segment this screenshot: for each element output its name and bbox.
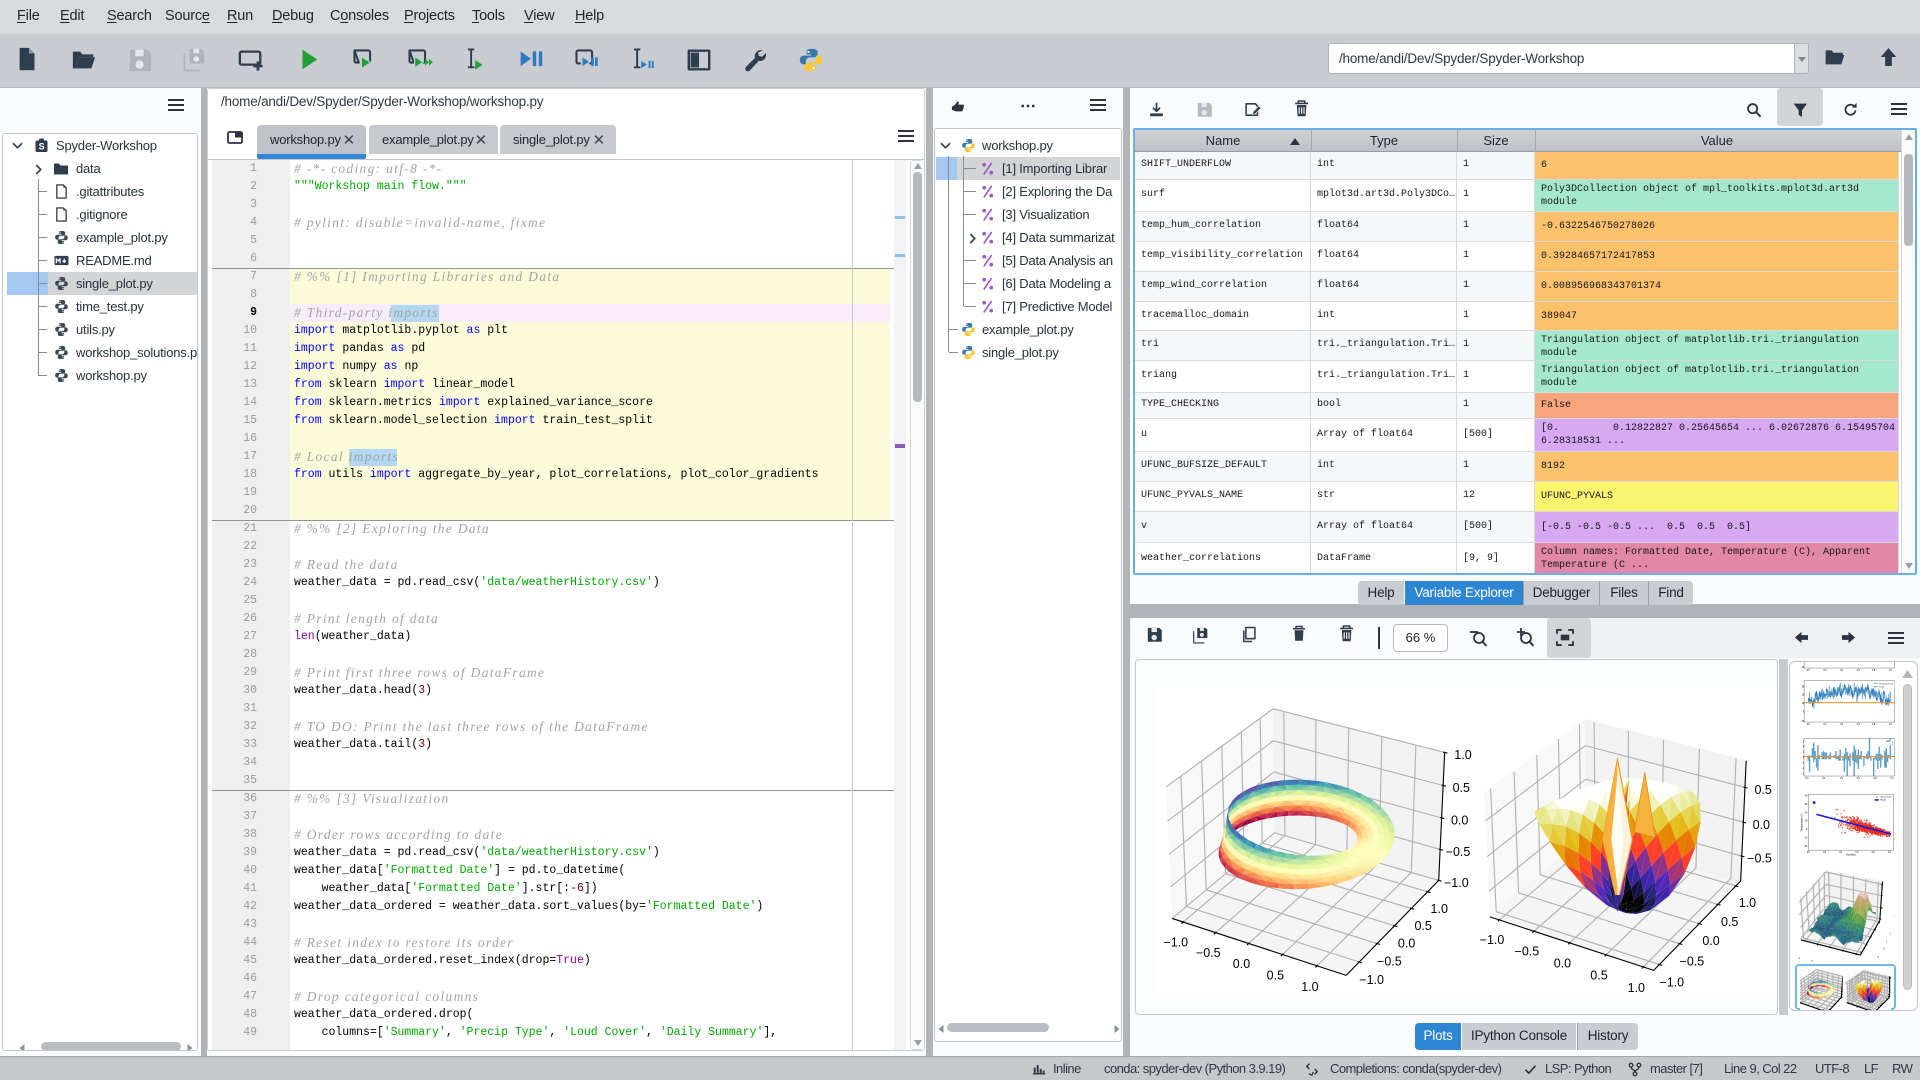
svg-text:0.0: 0.0: [1398, 936, 1415, 950]
svg-text:0.5: 0.5: [1590, 969, 1607, 983]
svg-text:−0.5: −0.5: [1446, 845, 1471, 859]
svg-text:−0.5: −0.5: [1680, 955, 1705, 969]
svg-text:1.0: 1.0: [1739, 896, 1756, 910]
svg-text:−1.0: −1.0: [1163, 935, 1188, 949]
svg-text:1.0: 1.0: [1431, 902, 1448, 916]
svg-text:−1.0: −1.0: [1480, 933, 1505, 947]
svg-text:0.5: 0.5: [1453, 781, 1470, 795]
svg-text:Humidity: Humidity: [1846, 854, 1856, 857]
svg-text:0.5: 0.5: [1721, 915, 1738, 929]
svg-text:0.0: 0.0: [1554, 957, 1571, 971]
svg-text:−0.5: −0.5: [1377, 954, 1402, 968]
svg-text:Model: Model: [1880, 800, 1886, 802]
svg-text:0.5: 0.5: [1414, 919, 1431, 933]
svg-text:Observation: Observation: [1880, 796, 1892, 799]
svg-text:−0.5: −0.5: [1747, 852, 1772, 866]
svg-text:1.0: 1.0: [1301, 980, 1318, 994]
svg-text:−0.5: −0.5: [1196, 946, 1221, 960]
svg-text:Temperature (C): Temperature (C): [1879, 683, 1893, 686]
svg-text:1.0: 1.0: [1454, 748, 1471, 762]
svg-text:−0.5: −0.5: [1515, 945, 1540, 959]
svg-text:−1.0: −1.0: [1444, 876, 1469, 890]
svg-text:0.0: 0.0: [1451, 813, 1468, 827]
svg-text:0.0: 0.0: [1753, 818, 1770, 832]
svg-text:−1.0: −1.0: [1659, 975, 1684, 989]
svg-text:S: S: [39, 142, 45, 152]
svg-text:0.5: 0.5: [1754, 783, 1771, 797]
svg-text:mean: mean: [1879, 686, 1884, 688]
svg-text:0.0: 0.0: [1233, 957, 1250, 971]
svg-text:Temperature (C): Temperature (C): [1800, 813, 1803, 831]
svg-text:1.0: 1.0: [1628, 981, 1645, 995]
svg-text:0.5: 0.5: [1267, 968, 1284, 982]
svg-text:−1.0: −1.0: [1359, 973, 1384, 987]
svg-text:0.0: 0.0: [1702, 934, 1719, 948]
